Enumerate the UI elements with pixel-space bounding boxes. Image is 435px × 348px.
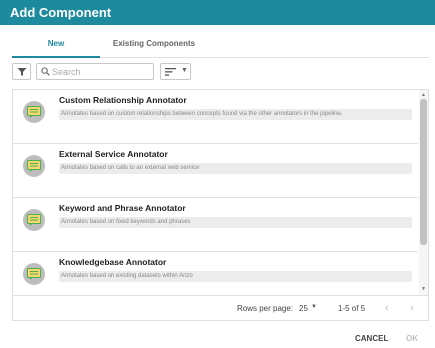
list-item[interactable]: Keyword and Phrase Annotator Annotates b… xyxy=(13,198,418,252)
avatar xyxy=(23,101,45,123)
dialog-header: Add Component xyxy=(0,0,435,25)
tab-new[interactable]: New xyxy=(12,30,100,58)
pagination-bar: Rows per page: 25 ▼ 1-5 of 5 ‹ › xyxy=(12,296,429,321)
scroll-up-icon[interactable]: ▲ xyxy=(421,92,426,98)
annotator-icon xyxy=(27,160,41,172)
sort-button[interactable]: ▼ xyxy=(160,63,191,80)
tab-existing-components[interactable]: Existing Components xyxy=(100,30,208,58)
next-page-icon[interactable]: › xyxy=(410,302,414,314)
page-range: 1-5 of 5 xyxy=(338,304,366,313)
filter-icon xyxy=(17,68,27,76)
item-name: Keyword and Phrase Annotator xyxy=(59,203,186,213)
item-name: Knowledgebase Annotator xyxy=(59,257,167,267)
ok-button[interactable]: OK xyxy=(406,334,418,343)
rows-per-page-select[interactable]: 25 xyxy=(299,304,308,313)
annotator-icon xyxy=(27,268,41,280)
scroll-down-icon[interactable]: ▼ xyxy=(421,286,426,292)
item-name: External Service Annotator xyxy=(59,149,168,159)
avatar xyxy=(23,263,45,285)
cancel-button[interactable]: CANCEL xyxy=(355,334,388,343)
search-icon xyxy=(41,67,50,76)
chevron-down-icon[interactable]: ▼ xyxy=(311,304,317,310)
item-description: Annotates based on existing datasets wit… xyxy=(59,271,412,282)
list-item[interactable]: Custom Relationship Annotator Annotates … xyxy=(13,90,418,144)
item-description: Annotates based on custom relationships … xyxy=(59,109,412,120)
list-item[interactable]: External Service Annotator Annotates bas… xyxy=(13,144,418,198)
filter-button[interactable] xyxy=(12,63,31,80)
annotator-icon xyxy=(27,106,41,118)
item-name: Custom Relationship Annotator xyxy=(59,95,187,105)
list-item[interactable]: Knowledgebase Annotator Annotates based … xyxy=(13,252,418,295)
annotator-icon xyxy=(27,214,41,226)
item-description: Annotates based on fixed keywords and ph… xyxy=(59,217,412,228)
sort-icon xyxy=(165,68,176,76)
scrollbar[interactable]: ▲ ▼ xyxy=(419,90,428,295)
dialog-title: Add Component xyxy=(10,5,112,20)
active-tab-indicator xyxy=(12,56,100,58)
rows-per-page-label: Rows per page: xyxy=(237,304,294,313)
avatar xyxy=(23,209,45,231)
tab-bar: New Existing Components xyxy=(12,30,429,58)
scrollbar-thumb[interactable] xyxy=(420,99,427,245)
item-description: Annotates based on calls to an external … xyxy=(59,163,412,174)
avatar xyxy=(23,155,45,177)
previous-page-icon[interactable]: ‹ xyxy=(385,302,389,314)
chevron-down-icon: ▼ xyxy=(181,67,188,74)
component-list: Custom Relationship Annotator Annotates … xyxy=(12,89,429,296)
search-input[interactable] xyxy=(52,65,150,78)
search-field[interactable] xyxy=(36,63,154,80)
